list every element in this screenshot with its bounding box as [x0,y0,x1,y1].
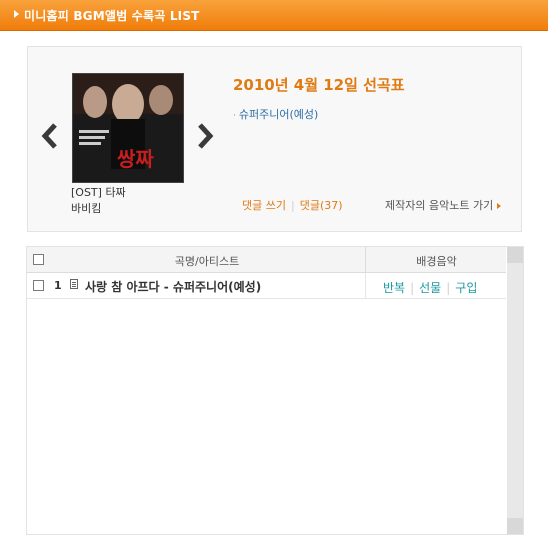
table-row: 1 사랑 참 아프다 - 슈퍼주니어(예성) 반복 | 선물 | 구입 [27,273,506,299]
featured-song-label: 슈퍼주니어(예성) [238,108,319,121]
title-bar: 미니홈피 BGM앨범 수록곡 LIST [0,0,548,31]
album-cover[interactable]: 쌍짜 [72,73,184,183]
write-comment-link[interactable]: 댓글 쓰기 [242,199,286,212]
column-bgm: 배경음악 [416,255,457,268]
track-number: 1 [54,279,62,292]
bullet-dot-icon: · [233,111,236,121]
column-divider [365,247,366,272]
album-name[interactable]: [OST] 타짜 [71,184,126,200]
lyrics-icon[interactable] [70,279,78,289]
next-arrow-icon[interactable] [194,122,216,150]
maker-note-label: 제작자의 음악노트 가기 [385,199,494,212]
separator: | [446,281,451,295]
track-actions: 반복 | 선물 | 구입 [383,279,477,296]
select-all-checkbox[interactable] [33,254,44,265]
column-title-artist: 곡명/아티스트 [174,255,240,268]
cover-caption: 쌍짜 [117,147,154,171]
comment-links: 댓글 쓰기 | 댓글(37) [242,197,343,213]
vertical-scrollbar[interactable] [507,247,523,534]
buy-button[interactable]: 구입 [455,281,477,295]
separator: | [290,199,295,212]
prev-arrow-icon[interactable] [39,122,61,150]
column-divider [365,273,366,298]
separator: | [410,281,415,295]
scroll-up-button[interactable] [507,247,523,263]
comments-link[interactable]: 댓글(37) [300,199,343,212]
scroll-down-button[interactable] [507,518,523,534]
repeat-button[interactable]: 반복 [383,281,405,295]
bullet-triangle-icon [14,10,19,18]
row-checkbox[interactable] [33,280,44,291]
maker-note-link[interactable]: 제작자의 음악노트 가기 [385,197,502,213]
artist-name[interactable]: 바비킴 [71,200,101,216]
gift-button[interactable]: 선물 [419,281,441,295]
track-list: 곡명/아티스트 배경음악 1 사랑 참 아프다 - 슈퍼주니어(예성) 반복 | 선… [26,246,524,535]
track-list-header: 곡명/아티스트 배경음악 [27,247,506,273]
page-title: 미니홈피 BGM앨범 수록곡 LIST [24,9,200,23]
track-title[interactable]: 사랑 참 아프다 - 슈퍼주니어(예성) [85,278,261,295]
featured-album-panel: 쌍짜 [OST] 타짜 바비킴 2010년 4월 12일 선곡표 · 슈퍼주니어(… [27,46,522,232]
arrow-right-icon [497,203,502,209]
featured-song[interactable]: · 슈퍼주니어(예성) [233,106,318,122]
selection-date: 2010년 4월 12일 선곡표 [233,76,405,94]
